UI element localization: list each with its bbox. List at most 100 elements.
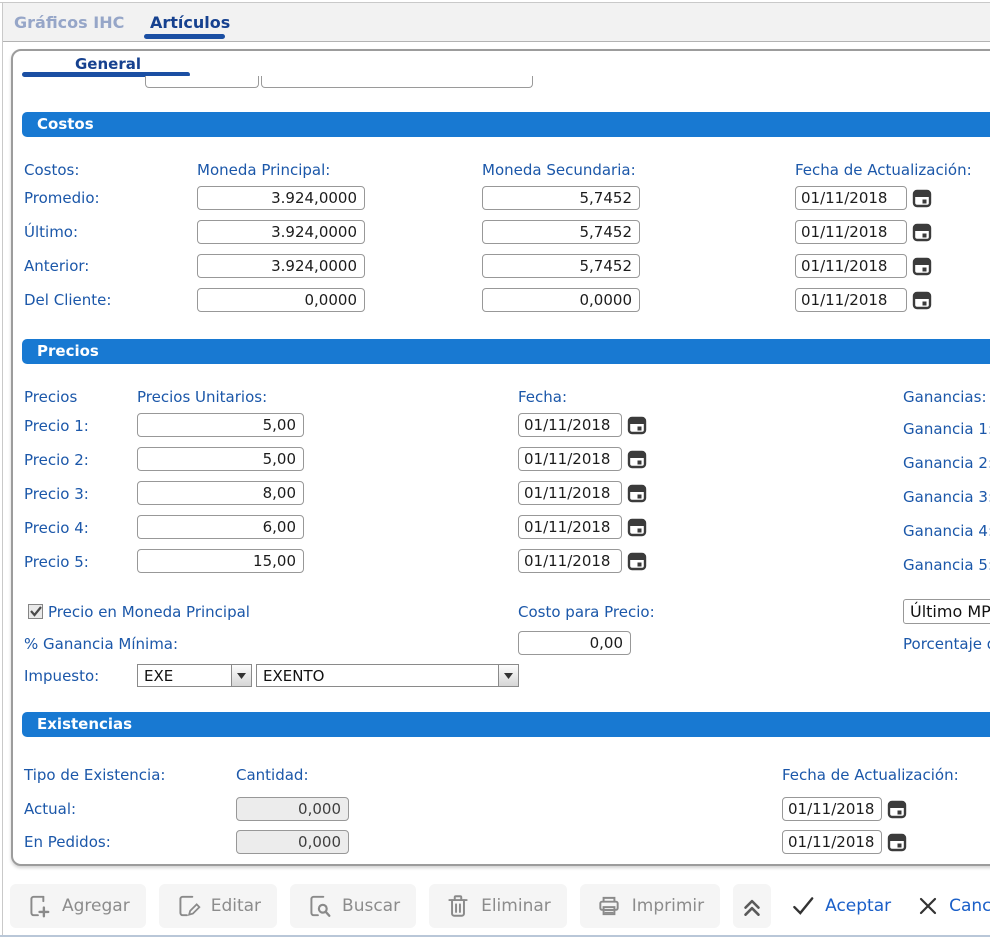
calendar-icon bbox=[627, 415, 647, 435]
fecha-input[interactable] bbox=[518, 481, 622, 505]
aceptar-button[interactable]: Aceptar bbox=[784, 884, 897, 928]
impuesto-desc-select[interactable]: EXENTO bbox=[256, 664, 519, 687]
fecha-actualizacion-input[interactable] bbox=[795, 220, 907, 244]
precio-moneda-principal-label: Precio en Moneda Principal bbox=[48, 604, 250, 621]
precio-input[interactable] bbox=[137, 413, 304, 437]
cancelar-label: Cancelar bbox=[949, 896, 990, 916]
calendar-button[interactable] bbox=[627, 517, 647, 537]
dropdown-arrow-icon[interactable] bbox=[498, 665, 518, 686]
ganancia-minima-input[interactable] bbox=[518, 631, 631, 655]
ganancia-label: Ganancia 3: bbox=[903, 489, 990, 506]
calendar-icon bbox=[912, 290, 932, 310]
section-header-existencias: Existencias bbox=[22, 712, 990, 737]
costo-para-precio-select[interactable]: Último MP bbox=[903, 599, 990, 624]
precio-row-label: Precio 5: bbox=[24, 554, 89, 571]
moneda-principal-input[interactable] bbox=[197, 186, 365, 210]
fecha-input[interactable] bbox=[518, 447, 622, 471]
double-chevron-up-icon bbox=[739, 893, 765, 919]
calendar-button[interactable] bbox=[627, 449, 647, 469]
ganancia-label: Ganancia 1: bbox=[903, 421, 990, 438]
fecha-actualizacion-input[interactable] bbox=[782, 830, 882, 854]
calendar-button[interactable] bbox=[627, 551, 647, 571]
calendar-icon bbox=[887, 832, 907, 852]
calendar-icon bbox=[912, 222, 932, 242]
aceptar-label: Aceptar bbox=[825, 896, 891, 916]
precio-row-label: Precio 1: bbox=[24, 418, 89, 435]
left-border bbox=[2, 3, 3, 935]
editar-label: Editar bbox=[211, 896, 261, 916]
buscar-button[interactable]: Buscar bbox=[290, 884, 416, 928]
partial-field[interactable] bbox=[145, 76, 259, 88]
calendar-button[interactable] bbox=[912, 188, 932, 208]
imprimir-button[interactable]: Imprimir bbox=[580, 884, 720, 928]
section-header-costos: Costos bbox=[22, 112, 990, 137]
moneda-secundaria-input[interactable] bbox=[482, 186, 640, 210]
document-add-icon bbox=[26, 893, 52, 919]
dropdown-arrow-icon[interactable] bbox=[231, 665, 251, 686]
moneda-secundaria-input[interactable] bbox=[482, 220, 640, 244]
agregar-button[interactable]: Agregar bbox=[10, 884, 146, 928]
fecha-actualizacion-input[interactable] bbox=[795, 186, 907, 210]
calendar-button[interactable] bbox=[912, 290, 932, 310]
moneda-principal-input[interactable] bbox=[197, 220, 365, 244]
costo-para-precio-label: Costo para Precio: bbox=[518, 604, 655, 621]
checkmark-icon bbox=[30, 606, 42, 617]
calendar-button[interactable] bbox=[627, 415, 647, 435]
costos-col-header: Costos: bbox=[24, 162, 79, 179]
calendar-icon bbox=[627, 449, 647, 469]
tab-articulos[interactable]: Artículos bbox=[150, 13, 230, 32]
moneda-principal-input[interactable] bbox=[197, 288, 365, 312]
buscar-label: Buscar bbox=[342, 896, 400, 916]
fecha-actualizacion-col-header: Fecha de Actualización: bbox=[795, 162, 972, 179]
fecha-actualizacion-input[interactable] bbox=[795, 288, 907, 312]
collapse-toolbar-button[interactable] bbox=[733, 884, 771, 928]
precios-col-header: Precios bbox=[24, 389, 77, 406]
cancelar-button[interactable]: Cancelar bbox=[910, 884, 990, 928]
document-search-icon bbox=[306, 893, 332, 919]
impuesto-code-value: EXE bbox=[138, 667, 231, 685]
trash-icon bbox=[445, 893, 471, 919]
ganancias-col-header: Ganancias: bbox=[903, 389, 987, 406]
cantidad-col-header: Cantidad: bbox=[236, 767, 309, 784]
impuesto-code-select[interactable]: EXE bbox=[137, 664, 252, 687]
fecha-col-header: Fecha: bbox=[518, 389, 567, 406]
fecha-input[interactable] bbox=[518, 413, 622, 437]
section-header-precios: Precios bbox=[22, 339, 990, 364]
calendar-button[interactable] bbox=[887, 799, 907, 819]
existencia-row-label: Actual: bbox=[24, 801, 76, 818]
calendar-button[interactable] bbox=[912, 256, 932, 276]
close-icon bbox=[916, 894, 940, 918]
editar-button[interactable]: Editar bbox=[159, 884, 277, 928]
fecha-actualizacion-input[interactable] bbox=[782, 797, 882, 821]
calendar-button[interactable] bbox=[887, 832, 907, 852]
precio-input[interactable] bbox=[137, 549, 304, 573]
partial-field[interactable] bbox=[261, 76, 533, 88]
porcentaje-label: Porcentaje de bbox=[903, 636, 990, 653]
moneda-secundaria-input[interactable] bbox=[482, 254, 640, 278]
precio-input[interactable] bbox=[137, 515, 304, 539]
precio-input[interactable] bbox=[137, 481, 304, 505]
costos-row-label: Anterior: bbox=[24, 258, 89, 275]
precio-moneda-principal-checkbox[interactable] bbox=[28, 604, 43, 619]
moneda-principal-col-header: Moneda Principal: bbox=[197, 162, 330, 179]
precio-input[interactable] bbox=[137, 447, 304, 471]
fecha-input[interactable] bbox=[518, 549, 622, 573]
tab-general[interactable]: General bbox=[75, 55, 141, 73]
fecha-actualizacion-input[interactable] bbox=[795, 254, 907, 278]
eliminar-button[interactable]: Eliminar bbox=[429, 884, 567, 928]
costos-row-label: Del Cliente: bbox=[24, 292, 111, 309]
ganancia-label: Ganancia 2: bbox=[903, 455, 990, 472]
ganancia-minima-label: % Ganancia Mínima: bbox=[24, 636, 178, 653]
precio-row-label: Precio 3: bbox=[24, 486, 89, 503]
calendar-button[interactable] bbox=[627, 483, 647, 503]
calendar-icon bbox=[627, 551, 647, 571]
cantidad-pedidos-input bbox=[236, 830, 349, 854]
precio-row-label: Precio 2: bbox=[24, 452, 89, 469]
moneda-principal-input[interactable] bbox=[197, 254, 365, 278]
calendar-button[interactable] bbox=[912, 222, 932, 242]
tab-graficos-ihc[interactable]: Gráficos IHC bbox=[14, 13, 124, 32]
moneda-secundaria-input[interactable] bbox=[482, 288, 640, 312]
fecha-actualizacion-col-header: Fecha de Actualización: bbox=[782, 767, 959, 784]
fecha-input[interactable] bbox=[518, 515, 622, 539]
tab-articulos-underline bbox=[144, 34, 225, 39]
